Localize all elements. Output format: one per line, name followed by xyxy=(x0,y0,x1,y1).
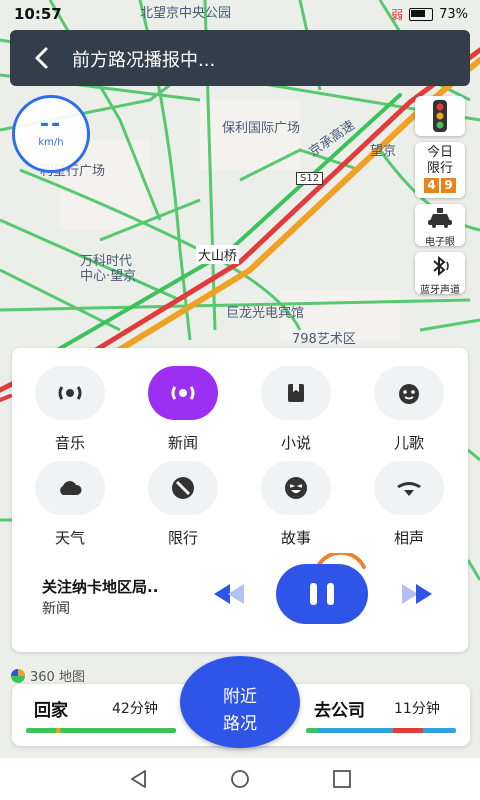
map-label-dashanzi: 大山桥 xyxy=(196,245,240,264)
go-home-label: 回家 xyxy=(34,701,68,721)
go-work-label: 去公司 xyxy=(314,701,365,721)
traffic-light-icon xyxy=(433,100,447,132)
category-label: 限行 xyxy=(167,529,198,547)
laugh-face-icon xyxy=(285,477,307,499)
back-icon[interactable] xyxy=(128,768,150,790)
category-story[interactable]: 故事 xyxy=(256,461,336,548)
category-weather-circle xyxy=(35,461,105,515)
map-label-julong: 巨龙光电宾馆 xyxy=(226,306,305,321)
map-label-s12: S12 xyxy=(296,172,324,185)
speed-camera-label: 电子眼 xyxy=(425,237,455,248)
limit-digit: 4 xyxy=(424,178,439,193)
category-news-circle xyxy=(148,366,218,420)
category-label: 相声 xyxy=(393,529,424,547)
radio-wave-icon xyxy=(171,386,195,400)
limit-digits: 4 9 xyxy=(415,178,465,193)
category-kids[interactable]: 儿歌 xyxy=(369,366,449,453)
category-label: 新闻 xyxy=(167,434,198,452)
category-kids-circle xyxy=(374,366,444,420)
status-bar: 10:57 弱 73% xyxy=(0,0,480,28)
map-label-wangjing: 望京 xyxy=(370,144,397,159)
category-label: 故事 xyxy=(280,529,311,547)
category-crosstalk-circle xyxy=(374,461,444,515)
now-playing-category: 新闻 xyxy=(42,601,70,617)
nearby-label-line2: 路况 xyxy=(223,714,257,734)
category-music-circle xyxy=(35,366,105,420)
category-novel[interactable]: 小说 xyxy=(256,366,336,453)
no-entry-icon xyxy=(172,477,194,499)
map-label-baoli: 保利国际广场 xyxy=(222,121,301,136)
nearby-traffic-button[interactable]: 附近 路况 xyxy=(180,656,300,748)
work-traffic-bar xyxy=(306,728,456,733)
battery-percent: 73% xyxy=(439,7,468,22)
category-weather[interactable]: 天气 xyxy=(30,461,110,548)
map-label-wanke2: 中心·望京 xyxy=(80,269,137,284)
mustache-icon xyxy=(397,482,421,496)
signal-strength: 弱 xyxy=(391,8,404,22)
limit-title-line1: 今日 xyxy=(426,145,453,160)
pause-icon xyxy=(310,583,317,605)
category-music[interactable]: 音乐 xyxy=(30,366,110,453)
now-playing-title: 关注纳卡地区局.. xyxy=(42,578,159,596)
battery-icon xyxy=(409,8,434,21)
cloud-icon xyxy=(60,481,82,495)
category-limit-circle xyxy=(148,461,218,515)
speedometer: -- km/h xyxy=(12,95,90,173)
speed-value: -- xyxy=(39,112,63,137)
go-work-time: 11分钟 xyxy=(394,701,440,717)
next-track-icon[interactable] xyxy=(396,578,442,610)
kid-face-icon xyxy=(399,384,419,404)
status-indicators: 弱 73% xyxy=(391,6,468,23)
radio-wave-icon xyxy=(58,386,82,400)
app-logo: 360 地图 xyxy=(10,666,85,685)
category-label: 天气 xyxy=(54,529,85,547)
header-title: 前方路况播报中... xyxy=(72,50,216,71)
category-label: 小说 xyxy=(280,434,311,452)
category-story-circle xyxy=(261,461,331,515)
go-home-time: 42分钟 xyxy=(112,701,158,717)
logo-text: 360 地图 xyxy=(30,670,85,685)
pause-icon xyxy=(327,583,334,605)
home-traffic-bar xyxy=(26,728,176,733)
camera-car-icon xyxy=(428,208,452,228)
speed-camera-button[interactable]: 电子眼 xyxy=(415,204,465,248)
recents-icon[interactable] xyxy=(331,768,353,790)
category-novel-circle xyxy=(261,366,331,420)
previous-track-icon[interactable] xyxy=(204,578,250,610)
map-label-798: 798艺术区 xyxy=(292,332,356,347)
go-home-button[interactable]: 回家 42分钟 xyxy=(12,684,182,746)
category-crosstalk[interactable]: 相声 xyxy=(369,461,449,548)
pause-button[interactable] xyxy=(276,564,368,624)
limit-digit: 9 xyxy=(441,178,456,193)
category-label: 音乐 xyxy=(54,434,85,452)
category-limit[interactable]: 限行 xyxy=(143,461,223,548)
go-work-button[interactable]: 去公司 11分钟 xyxy=(300,684,470,746)
book-icon xyxy=(288,384,304,402)
limit-title-line2: 限行 xyxy=(426,161,453,176)
plate-limit-button[interactable]: 今日 限行 4 9 xyxy=(415,142,465,198)
category-label: 儿歌 xyxy=(393,434,424,452)
bluetooth-label: 蓝牙声道 xyxy=(420,285,460,296)
logo-icon xyxy=(11,668,25,683)
category-news[interactable]: 新闻 xyxy=(143,366,223,453)
traffic-light-button[interactable] xyxy=(415,96,465,136)
home-icon[interactable] xyxy=(229,768,251,790)
status-time: 10:57 xyxy=(14,5,62,23)
bluetooth-icon xyxy=(433,255,449,277)
navigation-header: 前方路况播报中... xyxy=(10,30,470,86)
media-panel: 音乐 新闻 小说 儿歌 天气 限行 故事 相声 关注纳卡地区局.. 新闻 xyxy=(12,348,468,652)
back-arrow-icon[interactable] xyxy=(28,44,56,72)
speed-unit: km/h xyxy=(38,137,64,148)
bluetooth-button[interactable]: 蓝牙声道 xyxy=(415,252,465,296)
nearby-label-line1: 附近 xyxy=(223,687,257,707)
system-navigation-bar xyxy=(0,758,480,800)
